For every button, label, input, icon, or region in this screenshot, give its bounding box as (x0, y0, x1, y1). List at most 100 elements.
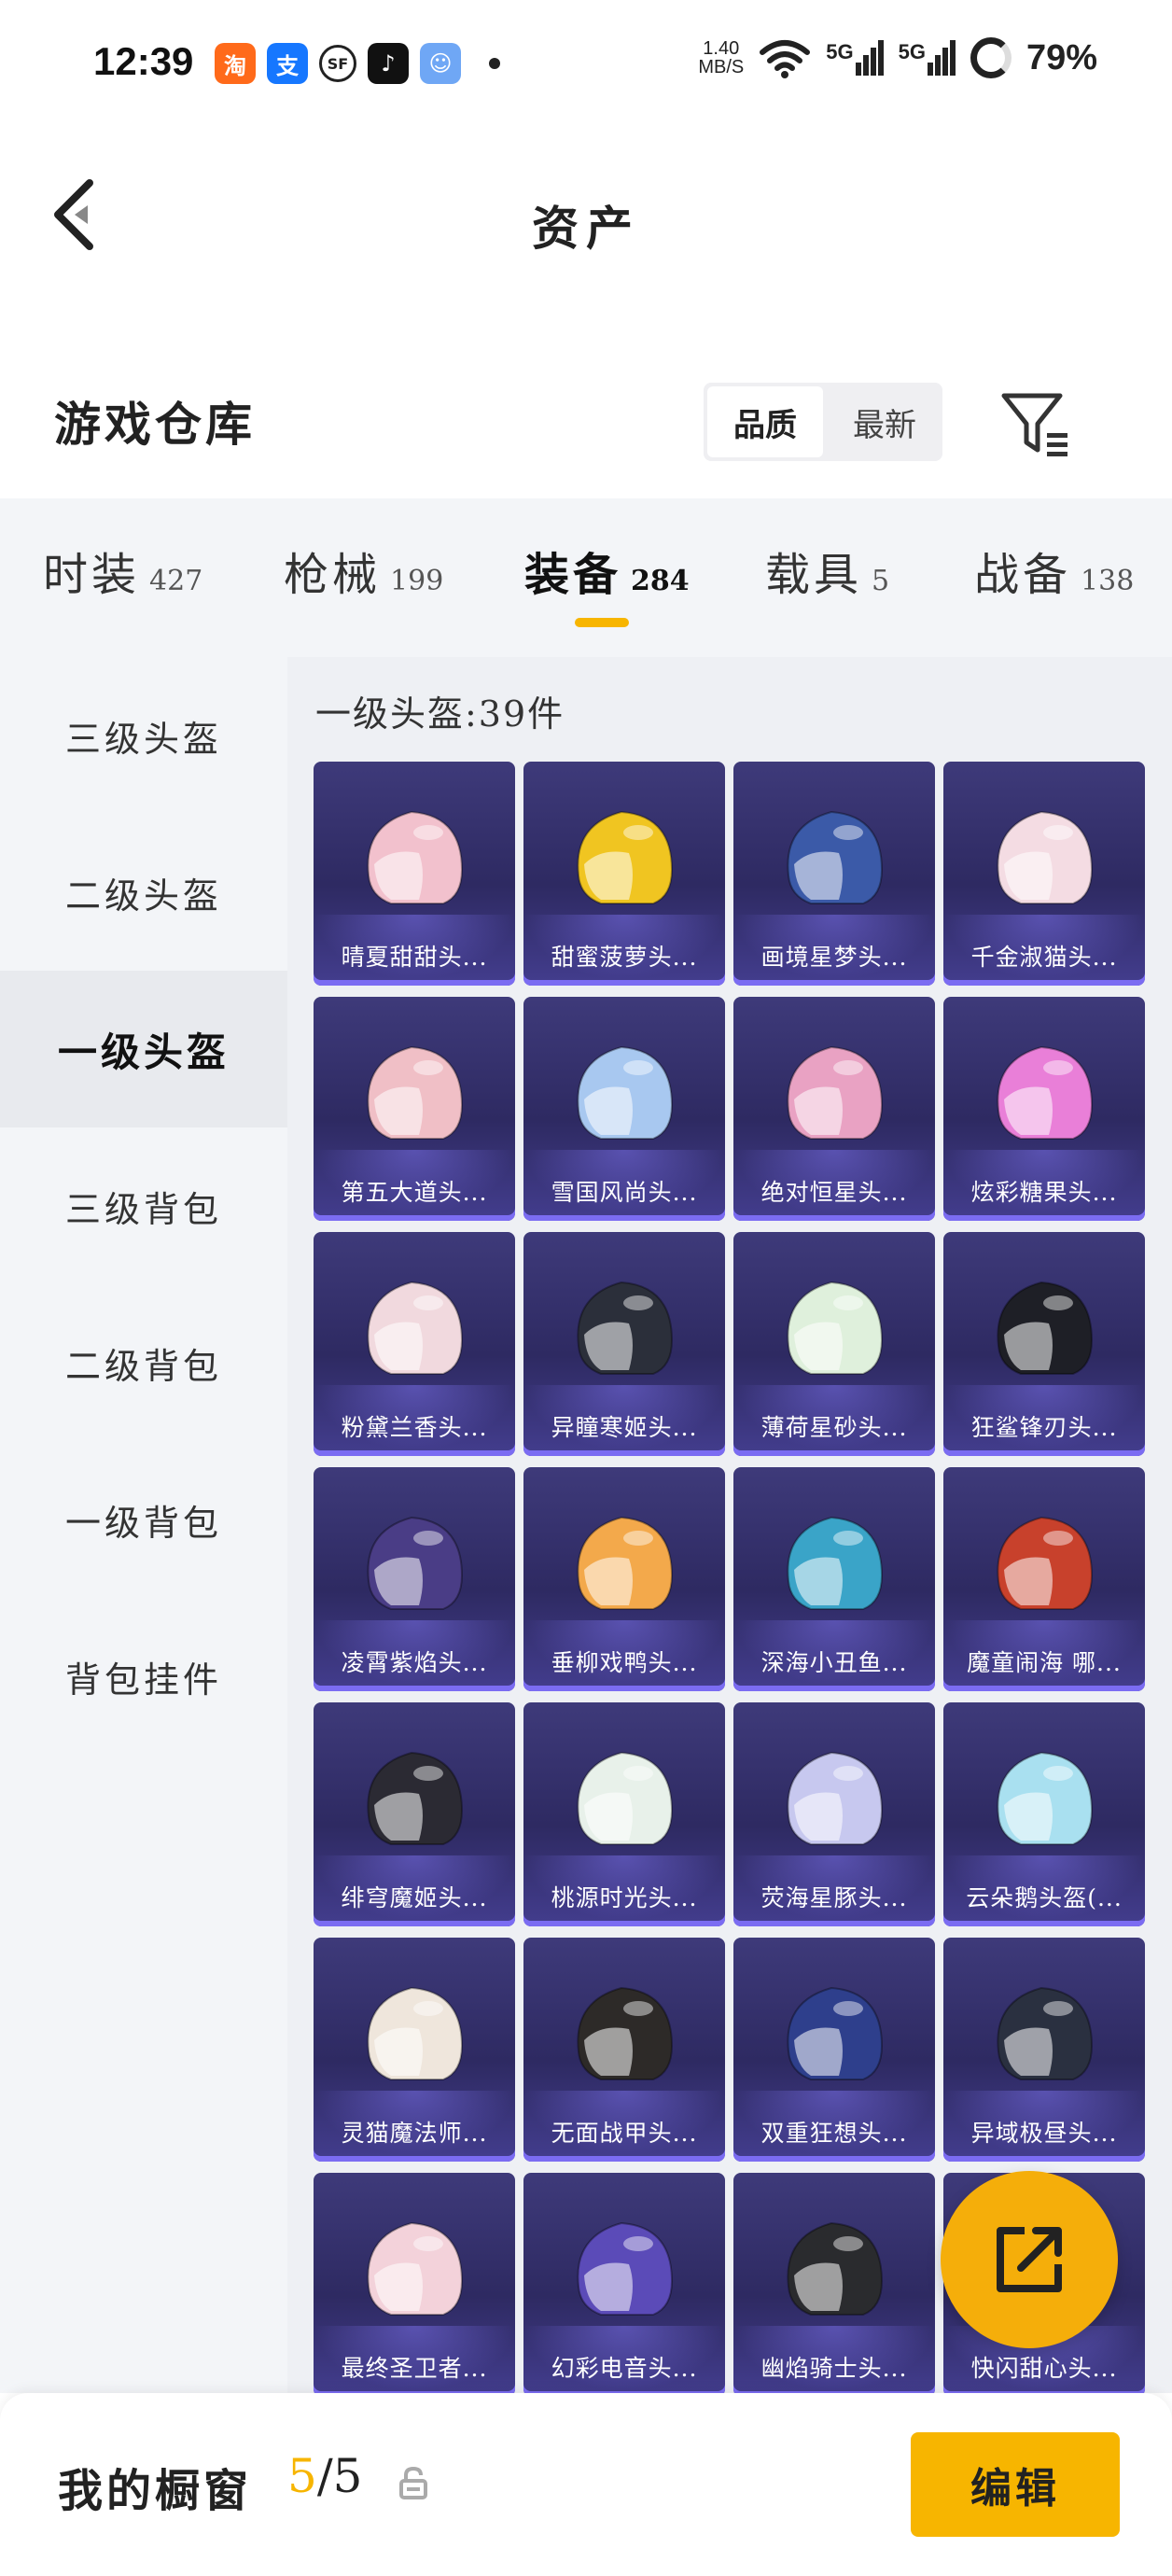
showcase-total: /5 (316, 2449, 363, 2503)
item-card[interactable]: 魔童闹海 哪... (943, 1467, 1145, 1691)
sidebar-item-level1-backpack[interactable]: 一级背包 (0, 1441, 287, 1598)
item-card[interactable]: 荧海星豚头... (733, 1702, 935, 1926)
item-card[interactable]: 异域极昼头... (943, 1938, 1145, 2162)
signal-2-label: 5G (898, 40, 926, 63)
item-name: 薄荷星砂头... (760, 1414, 908, 1441)
item-name: 幻彩电音头... (551, 2355, 698, 2382)
share-button[interactable] (941, 2171, 1118, 2348)
tab-fashion[interactable]: 时装 427 (43, 538, 202, 603)
item-name: 异瞳寒姬头... (551, 1414, 698, 1441)
item-name: 垂柳戏鸭头... (551, 1649, 698, 1676)
filter-icon[interactable] (998, 388, 1073, 463)
item-card[interactable]: 凌霄紫焰头... (314, 1467, 515, 1691)
item-card[interactable]: 甜蜜菠萝头... (523, 762, 725, 986)
sort-quality-option[interactable]: 品质 (707, 386, 823, 457)
item-card[interactable]: 桃源时光头... (523, 1702, 725, 1926)
warehouse-toolbar: 游戏仓库 品质 最新 (0, 355, 1172, 485)
helmet-icon (577, 2221, 674, 2316)
item-card[interactable]: 粉黛兰香头... (314, 1232, 515, 1456)
sidebar-item-level1-helmet[interactable]: 一级头盔 (0, 971, 287, 1127)
sidebar-item-level3-helmet[interactable]: 三级头盔 (0, 657, 287, 814)
app-header: 资产 (0, 131, 1172, 317)
item-card[interactable]: 绯穹魔姬头... (314, 1702, 515, 1926)
item-name: 甜蜜菠萝头... (551, 944, 698, 971)
showcase-count: 5/5 (287, 2449, 362, 2503)
helmet-icon (367, 1751, 464, 1845)
sidebar-item-backpack-charm[interactable]: 背包挂件 (0, 1598, 287, 1755)
helmet-icon (997, 1516, 1094, 1610)
tab-count: 138 (1081, 565, 1135, 597)
item-card[interactable]: 幻彩电音头... (523, 2173, 725, 2393)
tab-count: 284 (631, 565, 690, 597)
tab-weapons[interactable]: 枪械 199 (284, 538, 443, 603)
helmet-icon (577, 1516, 674, 1610)
wifi-icon (760, 40, 811, 78)
taobao-icon: 淘 (215, 43, 256, 84)
item-card[interactable]: 无面战甲头... (523, 1938, 725, 2162)
item-card[interactable]: 画境星梦头... (733, 762, 935, 986)
item-card[interactable]: 异瞳寒姬头... (523, 1232, 725, 1456)
item-card[interactable]: 狂鲨锋刃头... (943, 1232, 1145, 1456)
item-name: 幽焰骑士头... (760, 2355, 908, 2382)
status-app-icons: 淘 支 SF ♪ ☺ (215, 43, 500, 84)
sidebar-item-level3-backpack[interactable]: 三级背包 (0, 1127, 287, 1284)
share-icon (997, 2227, 1062, 2292)
helmet-icon (787, 810, 884, 904)
tab-battle-supplies[interactable]: 战备 138 (974, 538, 1134, 603)
helmet-icon (367, 2221, 464, 2316)
page-title: 资产 (532, 201, 640, 256)
items-heading: 一级头盔:39件 (315, 693, 565, 735)
item-card[interactable]: 幽焰骑士头... (733, 2173, 935, 2393)
item-name: 荧海星豚头... (760, 1884, 908, 1911)
item-name: 云朵鹅头盔(... (966, 1884, 1123, 1911)
helmet-icon (997, 1986, 1094, 2080)
helmet-icon (997, 1281, 1094, 1375)
tab-label: 战备 (974, 549, 1072, 601)
item-name: 魔童闹海 哪... (967, 1649, 1122, 1676)
helmet-icon (577, 1045, 674, 1140)
net-speed-value: 1.40 (703, 38, 740, 59)
signal-1-label: 5G (826, 40, 854, 63)
item-card[interactable]: 灵猫魔法师... (314, 1938, 515, 2162)
item-card[interactable]: 千金淑猫头... (943, 762, 1145, 986)
sidebar-item-level2-helmet[interactable]: 二级头盔 (0, 814, 287, 971)
item-name: 粉黛兰香头... (341, 1414, 488, 1441)
item-card[interactable]: 最终圣卫者... (314, 2173, 515, 2393)
tab-equipment[interactable]: 装备 284 (524, 538, 690, 603)
lock-icon (399, 2466, 427, 2499)
item-name: 狂鲨锋刃头... (970, 1414, 1118, 1441)
item-card[interactable]: 绝对恒星头... (733, 997, 935, 1221)
helmet-icon (577, 1986, 674, 2080)
helmet-icon (997, 1045, 1094, 1140)
item-name: 无面战甲头... (551, 2120, 698, 2147)
items-panel: 一级头盔:39件 晴夏甜甜头... 甜蜜菠萝头... 画境星梦头... 千金淑猫头..… (287, 657, 1172, 2393)
status-indicators: 1.40 MB/S 5G 5G 79% (698, 37, 1097, 78)
tab-vehicles[interactable]: 载具 5 (765, 538, 889, 603)
helmet-icon (367, 810, 464, 904)
item-name: 千金淑猫头... (970, 944, 1118, 971)
sidebar-item-level2-backpack[interactable]: 二级背包 (0, 1284, 287, 1441)
tab-label: 枪械 (284, 549, 382, 601)
item-card[interactable]: 云朵鹅头盔(... (943, 1702, 1145, 1926)
game-icon: ☺ (420, 43, 461, 84)
helmet-icon (787, 2221, 884, 2316)
item-card[interactable]: 炫彩糖果头... (943, 997, 1145, 1221)
item-name: 凌霄紫焰头... (341, 1649, 488, 1676)
item-card[interactable]: 深海小丑鱼... (733, 1467, 935, 1691)
item-card[interactable]: 垂柳戏鸭头... (523, 1467, 725, 1691)
tab-label: 装备 (524, 549, 622, 601)
sort-newest-option[interactable]: 最新 (827, 383, 942, 461)
showcase-current: 5 (287, 2449, 317, 2503)
item-card[interactable]: 双重狂想头... (733, 1938, 935, 2162)
edit-button[interactable]: 编辑 (911, 2432, 1120, 2537)
item-card[interactable]: 第五大道头... (314, 997, 515, 1221)
item-card[interactable]: 晴夏甜甜头... (314, 762, 515, 986)
item-name: 绯穹魔姬头... (341, 1884, 488, 1911)
item-card[interactable]: 雪国风尚头... (523, 997, 725, 1221)
item-name: 第五大道头... (341, 1179, 488, 1206)
helmet-icon (577, 1751, 674, 1845)
item-card[interactable]: 薄荷星砂头... (733, 1232, 935, 1456)
tiktok-icon: ♪ (368, 43, 409, 84)
sort-segmented-control: 品质 最新 (704, 383, 942, 461)
alipay-icon: 支 (267, 43, 308, 84)
